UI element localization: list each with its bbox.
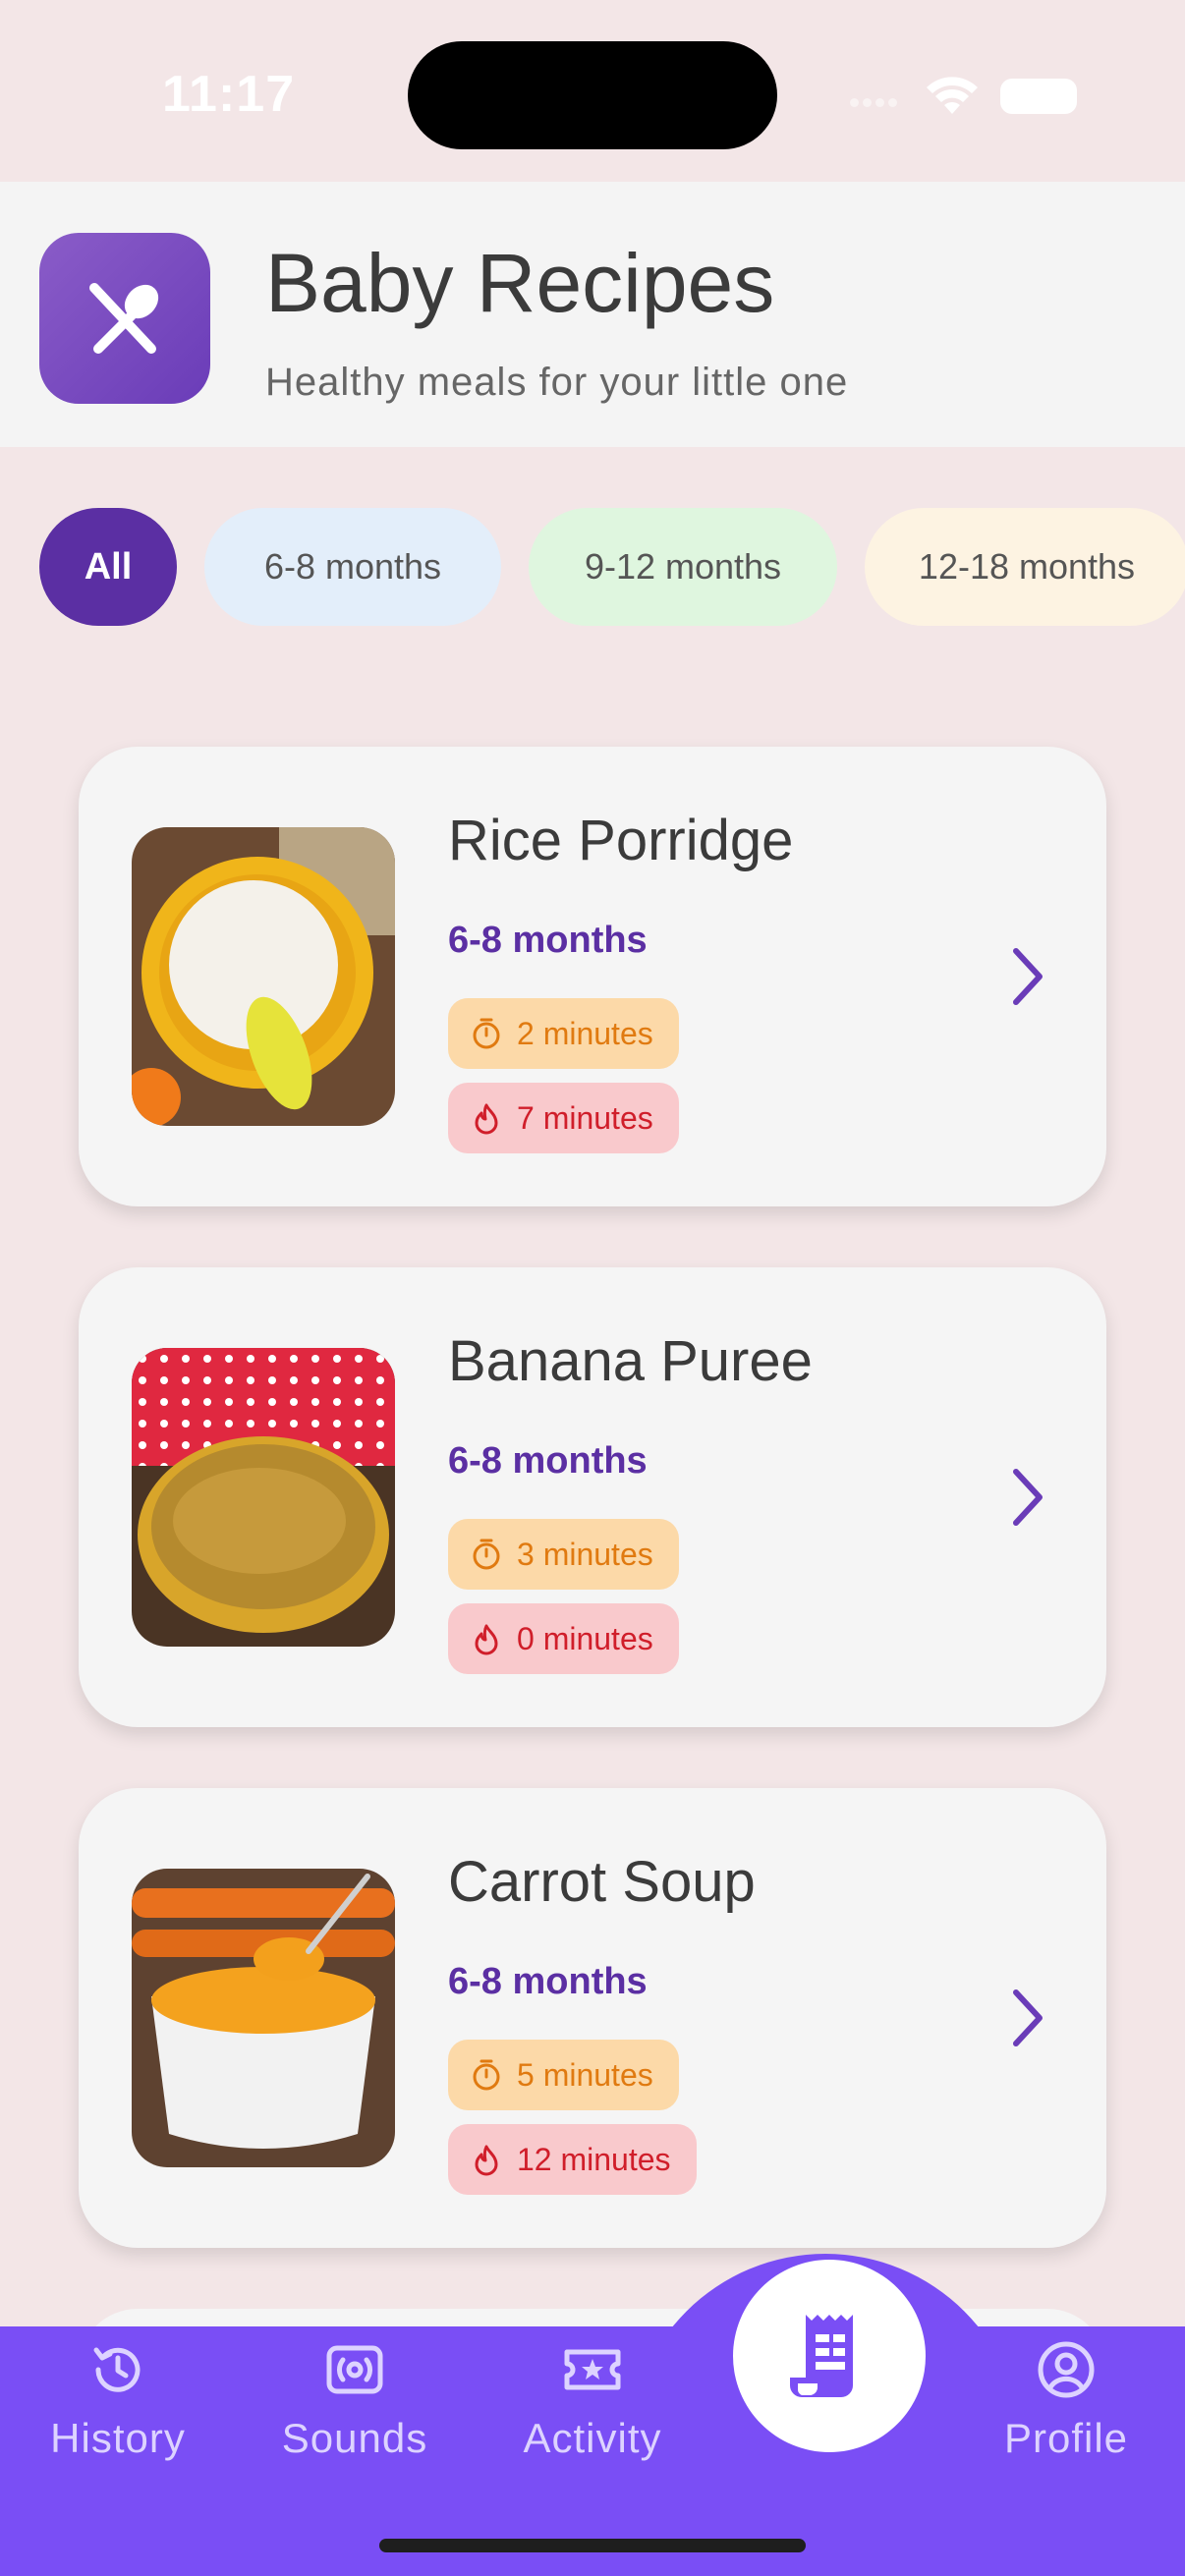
fork-spoon-icon bbox=[39, 233, 210, 404]
wifi-icon bbox=[927, 77, 978, 114]
screen: 11:17 Baby Recipes Healthy meals for you… bbox=[0, 0, 1185, 2576]
timer-icon bbox=[473, 1018, 500, 1049]
filter-chip-12-18-months[interactable]: 12-18 months bbox=[865, 508, 1185, 626]
prep-time: 2 minutes bbox=[517, 1015, 653, 1051]
recipe-name: Carrot Soup bbox=[448, 1850, 756, 1914]
prep-time: 5 minutes bbox=[517, 2056, 653, 2093]
nav-label: Activity bbox=[523, 2415, 662, 2461]
recipe-photo-banana-puree bbox=[132, 1348, 395, 1647]
prep-time: 3 minutes bbox=[517, 1536, 653, 1572]
page-title: Baby Recipes bbox=[265, 237, 775, 329]
status-bar: 11:17 bbox=[0, 0, 1185, 182]
chevron-right-icon[interactable] bbox=[1008, 1985, 1047, 2051]
flame-icon bbox=[475, 1103, 498, 1135]
nav-item-sounds[interactable]: Sounds bbox=[247, 2338, 463, 2462]
recipe-photo-carrot-soup bbox=[132, 1869, 395, 2167]
recipe-card[interactable]: Banana Puree 6-8 months 3 minutes 0 minu… bbox=[79, 1267, 1106, 1727]
cook-time: 0 minutes bbox=[517, 1620, 653, 1656]
recipe-card[interactable]: Carrot Soup 6-8 months 5 minutes 12 minu… bbox=[79, 1788, 1106, 2248]
page-subtitle: Healthy meals for your little one bbox=[265, 361, 849, 404]
app-header: Baby Recipes Healthy meals for your litt… bbox=[0, 182, 1185, 447]
prep-time-badge: 2 minutes bbox=[448, 998, 679, 1069]
flame-icon bbox=[475, 1624, 498, 1655]
cook-time: 12 minutes bbox=[517, 2141, 671, 2177]
recipe-age: 6-8 months bbox=[448, 1440, 648, 1482]
nav-label: History bbox=[50, 2415, 186, 2461]
signal-icon bbox=[850, 94, 909, 110]
nav-label: Profile bbox=[1003, 2415, 1129, 2461]
recipe-list: Rice Porridge 6-8 months 2 minutes 7 min… bbox=[79, 747, 1106, 2309]
prep-time-badge: 3 minutes bbox=[448, 1519, 679, 1590]
cook-time: 7 minutes bbox=[517, 1099, 653, 1136]
timer-icon bbox=[473, 2059, 500, 2091]
sounds-icon bbox=[326, 2345, 383, 2394]
filter-chip-all[interactable]: All bbox=[39, 508, 177, 626]
recipe-age: 6-8 months bbox=[448, 920, 648, 961]
chevron-right-icon[interactable] bbox=[1008, 1464, 1047, 1531]
filter-chip-6-8-months[interactable]: 6-8 months bbox=[204, 508, 501, 626]
home-indicator[interactable] bbox=[379, 2539, 806, 2552]
age-filter-bar: All 6-8 months 9-12 months 12-18 months bbox=[39, 508, 1185, 626]
recipe-receipt-icon bbox=[790, 2315, 853, 2397]
recipe-age: 6-8 months bbox=[448, 1961, 648, 2002]
battery-icon bbox=[1000, 79, 1077, 114]
nav-item-activity[interactable]: Activity bbox=[484, 2338, 701, 2462]
nav-item-history[interactable]: History bbox=[10, 2338, 226, 2462]
cook-time-badge: 12 minutes bbox=[448, 2124, 697, 2195]
nav-item-profile[interactable]: Profile bbox=[958, 2338, 1174, 2462]
filter-chip-9-12-months[interactable]: 9-12 months bbox=[529, 508, 837, 626]
recipe-photo-rice-porridge bbox=[132, 827, 395, 1126]
cook-time-badge: 7 minutes bbox=[448, 1083, 679, 1153]
flame-icon bbox=[475, 2145, 498, 2176]
chevron-right-icon[interactable] bbox=[1008, 943, 1047, 1010]
recipe-card[interactable]: Rice Porridge 6-8 months 2 minutes 7 min… bbox=[79, 747, 1106, 1206]
profile-icon bbox=[1038, 2341, 1095, 2398]
recipe-name: Banana Puree bbox=[448, 1329, 813, 1393]
status-time: 11:17 bbox=[162, 66, 296, 123]
ticket-icon bbox=[564, 2349, 621, 2390]
timer-icon bbox=[473, 1539, 500, 1570]
prep-time-badge: 5 minutes bbox=[448, 2040, 679, 2110]
nav-label: Sounds bbox=[281, 2415, 428, 2461]
nav-item-recipes[interactable] bbox=[733, 2260, 926, 2452]
recipe-name: Rice Porridge bbox=[448, 809, 794, 872]
history-icon bbox=[93, 2347, 141, 2392]
cook-time-badge: 0 minutes bbox=[448, 1603, 679, 1674]
dynamic-island bbox=[408, 41, 777, 149]
